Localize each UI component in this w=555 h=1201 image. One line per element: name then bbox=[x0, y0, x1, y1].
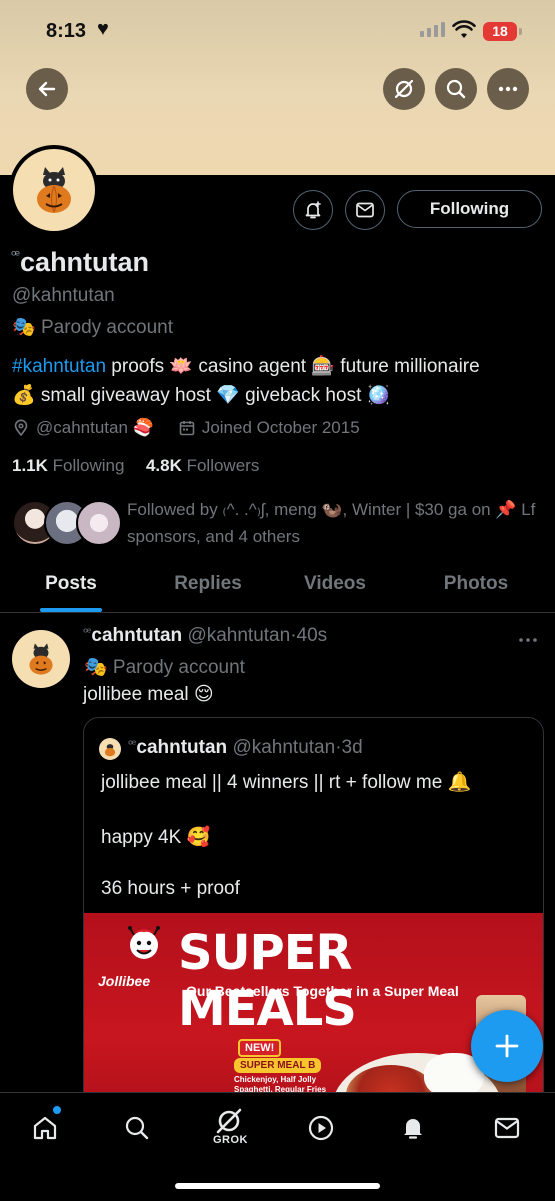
followers-facepile[interactable] bbox=[12, 500, 122, 548]
post-time: 40s bbox=[296, 625, 328, 646]
nav-video[interactable] bbox=[301, 1108, 341, 1148]
followers-count-link[interactable]: 4.8K Followers bbox=[146, 456, 259, 475]
nav-home[interactable] bbox=[25, 1108, 65, 1148]
ad-brand: Jollibee bbox=[98, 973, 151, 989]
pumpkin-cat-avatar-icon bbox=[37, 167, 71, 213]
jollibee-mascot-icon bbox=[128, 926, 160, 959]
search-icon bbox=[446, 79, 466, 99]
profile-name: ꟹcahntutan bbox=[11, 247, 149, 278]
post-parody-label: 🎭 Parody account bbox=[84, 657, 245, 678]
following-count-link[interactable]: 1.1K Following bbox=[12, 456, 124, 475]
home-icon bbox=[33, 1116, 57, 1140]
more-horizontal-icon bbox=[519, 638, 537, 642]
quoted-post[interactable]: ꟹcahntutan @kahntutan·3d jollibee meal |… bbox=[83, 717, 544, 1139]
signal-icon bbox=[420, 22, 445, 37]
post-text: jollibee meal 😌 bbox=[83, 684, 214, 705]
quote-text-line: 36 hours + proof bbox=[101, 878, 240, 899]
search-icon bbox=[125, 1116, 149, 1140]
post-author-handle: @kahntutan bbox=[187, 625, 291, 646]
mail-icon bbox=[494, 1117, 520, 1139]
post-author-name[interactable]: cahntutan bbox=[91, 625, 182, 646]
location-pin-icon bbox=[14, 419, 28, 437]
wifi-icon bbox=[452, 20, 476, 38]
following-button[interactable]: Following bbox=[397, 190, 542, 228]
play-icon bbox=[308, 1115, 334, 1141]
grok-slash-icon bbox=[394, 79, 414, 99]
quote-avatar bbox=[99, 738, 121, 760]
tab-replies[interactable]: Replies bbox=[166, 560, 250, 612]
message-button[interactable] bbox=[345, 190, 385, 230]
profile-tabs: Posts Replies Videos Photos bbox=[0, 560, 555, 613]
name-prefix: ꟹ bbox=[11, 247, 21, 263]
followed-by-text[interactable]: Followed by ₍^. .^₎ʃ, meng 🦦, Winter | $… bbox=[127, 496, 547, 550]
profile-handle: @kahntutan bbox=[12, 285, 115, 306]
display-name: cahntutan bbox=[20, 247, 150, 277]
nav-search[interactable] bbox=[117, 1108, 157, 1148]
arrow-left-icon bbox=[38, 81, 56, 97]
new-badge: NEW! bbox=[238, 1039, 282, 1057]
notification-dot bbox=[53, 1106, 61, 1114]
status-time: 8:13 bbox=[46, 20, 87, 42]
post-header: ꟹcahntutan @kahntutan·40s bbox=[83, 625, 328, 646]
tab-posts[interactable]: Posts bbox=[40, 560, 102, 612]
post-more-button[interactable] bbox=[518, 623, 538, 649]
bio-hashtag[interactable]: #kahntutan bbox=[12, 356, 106, 377]
tab-videos[interactable]: Videos bbox=[296, 560, 374, 612]
grok-label: GROK bbox=[213, 1134, 248, 1146]
home-indicator bbox=[175, 1183, 380, 1189]
profile-bio: #kahntutan proofs 🪷 casino agent 🎰 futur… bbox=[12, 356, 480, 406]
quote-text-line: jollibee meal || 4 winners || rt + follo… bbox=[101, 772, 472, 793]
joined-date: Joined October 2015 bbox=[201, 418, 360, 437]
status-bar: 8:13 ♥ 18 bbox=[0, 0, 555, 62]
mail-icon bbox=[356, 202, 374, 218]
profile-stats: 1.1K Following 4.8K Followers bbox=[12, 456, 259, 476]
quote-author-handle: @kahntutan bbox=[232, 737, 336, 758]
theater-masks-icon: 🎭 bbox=[12, 317, 36, 338]
compose-button[interactable] bbox=[471, 1010, 543, 1082]
notify-button[interactable] bbox=[293, 190, 333, 230]
plus-icon bbox=[495, 1034, 519, 1058]
calendar-icon bbox=[179, 421, 195, 436]
profile-meta: @cahntutan 🍣 Joined October 2015 bbox=[12, 418, 360, 438]
profile-location: @cahntutan 🍣 bbox=[36, 418, 154, 437]
more-horizontal-icon bbox=[498, 86, 518, 92]
quote-time: 3d bbox=[341, 737, 363, 758]
back-button[interactable] bbox=[26, 68, 68, 110]
battery-icon: 18 bbox=[483, 22, 522, 41]
grok-icon bbox=[216, 1108, 242, 1134]
search-button[interactable] bbox=[435, 68, 477, 110]
profile-avatar[interactable] bbox=[9, 145, 99, 235]
nav-notifications[interactable] bbox=[393, 1108, 433, 1148]
parody-label: 🎭 Parody account bbox=[12, 317, 173, 338]
quote-text-line: happy 4K 🥰 bbox=[101, 827, 211, 848]
quote-header: ꟹcahntutan @kahntutan·3d bbox=[128, 737, 363, 758]
grok-button[interactable] bbox=[383, 68, 425, 110]
quote-author-name: cahntutan bbox=[136, 737, 228, 758]
heart-icon: ♥ bbox=[97, 18, 109, 40]
nav-messages[interactable] bbox=[487, 1108, 527, 1148]
bell-plus-icon bbox=[305, 201, 321, 219]
post-avatar[interactable] bbox=[12, 630, 70, 688]
pumpkin-cat-avatar-icon bbox=[29, 643, 53, 675]
meal-label: SUPER MEAL B bbox=[234, 1058, 322, 1073]
ad-subtitle: Our Bestsellers Together in a Super Meal bbox=[186, 983, 459, 999]
follower-avatar bbox=[76, 500, 122, 546]
more-button[interactable] bbox=[487, 68, 529, 110]
tab-photos[interactable]: Photos bbox=[436, 560, 516, 612]
bell-icon bbox=[404, 1119, 422, 1139]
